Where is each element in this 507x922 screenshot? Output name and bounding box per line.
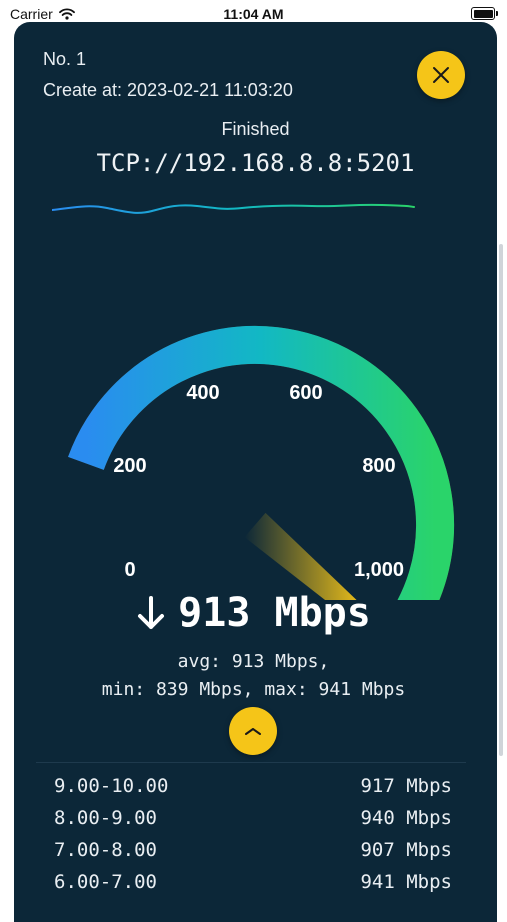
list-item: 6.00-7.00 941 Mbps xyxy=(54,866,452,898)
gauge-tick-600: 600 xyxy=(289,382,322,404)
gauge-tick-1000: 1,000 xyxy=(354,559,404,581)
created-at: Create at: 2023-02-21 11:03:20 xyxy=(43,80,293,100)
interval-range: 8.00-9.00 xyxy=(54,807,157,829)
interval-list: 9.00-10.00 917 Mbps 8.00-9.00 940 Mbps 7… xyxy=(54,770,452,898)
list-item: 8.00-9.00 940 Mbps xyxy=(54,802,452,834)
gauge-tick-0: 0 xyxy=(124,559,135,581)
min-max-speed: min: 839 Mbps, max: 941 Mbps xyxy=(101,679,406,700)
speed-stats: avg: 913 Mbps, min: 839 Mbps, max: 941 M… xyxy=(0,648,507,704)
gauge-tick-800: 800 xyxy=(362,455,395,477)
arrow-down-icon xyxy=(138,596,165,629)
expand-button[interactable] xyxy=(229,707,277,755)
gauge-needle xyxy=(244,512,357,600)
throughput-sparkline xyxy=(52,203,415,214)
interval-rate: 940 Mbps xyxy=(360,807,452,829)
interval-range: 6.00-7.00 xyxy=(54,871,157,893)
test-status: Finished xyxy=(221,119,290,139)
speed-readout: 913 Mbps xyxy=(0,590,507,636)
gauge-tick-400: 400 xyxy=(186,382,219,404)
interval-range: 7.00-8.00 xyxy=(54,839,157,861)
close-icon xyxy=(433,67,449,83)
interval-rate: 941 Mbps xyxy=(360,871,452,893)
chevron-up-icon xyxy=(245,728,261,735)
speed-value: 913 Mbps xyxy=(178,590,371,636)
interval-rate: 907 Mbps xyxy=(360,839,452,861)
clock: 11:04 AM xyxy=(223,6,284,22)
speed-gauge: 0 200 400 600 800 1,000 xyxy=(68,325,455,600)
test-number: No. 1 xyxy=(43,49,87,69)
interval-rate: 917 Mbps xyxy=(360,775,452,797)
close-button[interactable] xyxy=(417,51,465,99)
battery-icon xyxy=(471,7,498,20)
gauge-tick-200: 200 xyxy=(113,455,146,477)
server-address: TCP://192.168.8.8:5201 xyxy=(96,149,415,177)
list-item: 7.00-8.00 907 Mbps xyxy=(54,834,452,866)
avg-speed: avg: 913 Mbps, xyxy=(177,651,330,672)
list-item: 9.00-10.00 917 Mbps xyxy=(54,770,452,802)
divider xyxy=(36,762,466,763)
interval-range: 9.00-10.00 xyxy=(54,775,169,797)
